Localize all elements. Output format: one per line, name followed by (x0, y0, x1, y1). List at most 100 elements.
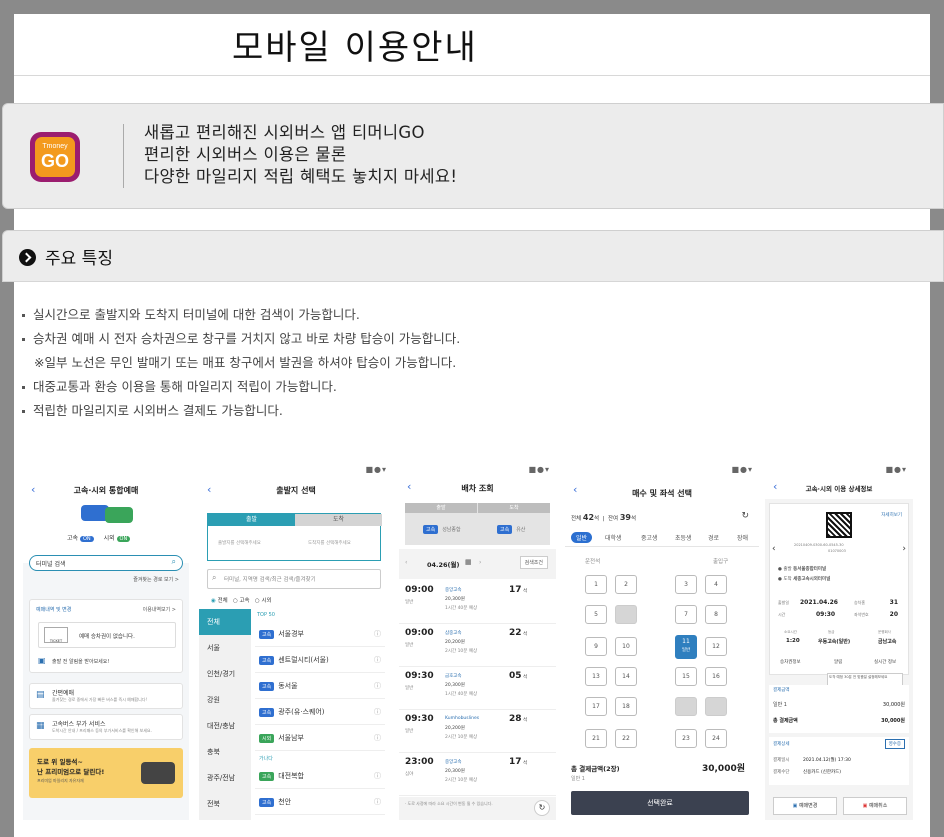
seat[interactable]: 1 (585, 575, 607, 594)
seat[interactable]: 17 (585, 697, 607, 716)
route-item[interactable]: 고속 동서울 ⓘ (255, 673, 385, 699)
info-icon[interactable]: ⓘ (374, 655, 381, 665)
region-item[interactable]: 인천/경기 (199, 661, 251, 687)
tab-senior[interactable]: 경로 (708, 533, 719, 542)
seat[interactable]: 15 (675, 667, 697, 686)
region-item[interactable]: 강원 (199, 687, 251, 713)
receipt-button[interactable]: 영수증 (884, 739, 905, 749)
qr-code (826, 512, 852, 538)
tab-depart[interactable]: 출발 (208, 514, 295, 526)
seat-taken (675, 697, 697, 716)
seat[interactable]: 10 (615, 637, 637, 656)
info-icon[interactable]: ⓘ (374, 707, 381, 717)
intro-text: 새롭고 편리해진 시외버스 앱 티머니GO 편리한 시외버스 이용은 물론 다양… (144, 122, 457, 188)
seat[interactable]: 16 (705, 667, 727, 686)
trash-icon: ▣ (862, 803, 868, 809)
region-item[interactable]: 전북 (199, 791, 251, 817)
seat[interactable]: 4 (705, 575, 727, 594)
terminal-search-input[interactable]: 터미널 검색 ⌕ (29, 555, 183, 571)
seat[interactable]: 12 (705, 637, 727, 656)
seat-selected[interactable]: 11 일반 (675, 635, 697, 659)
route-item[interactable]: 고속 광주(유·스퀘어) ⓘ (255, 699, 385, 725)
seat[interactable]: 21 (585, 729, 607, 748)
route-item[interactable]: 고속 대전복합 ⓘ (255, 763, 385, 789)
refresh-icon[interactable]: ↻ (741, 511, 749, 521)
ticket-info-button[interactable]: 승차권정보 (780, 659, 801, 665)
feature-item: 적립한 마일리지로 시외버스 결제도 가능합니다. (20, 399, 460, 423)
seat[interactable]: 22 (615, 729, 637, 748)
detail-link[interactable]: 자세히보기 (881, 512, 902, 518)
schedule-row[interactable]: 09:00 일반 삼중고속 20,200원 2시간 10분 예상 22 석 (399, 624, 556, 667)
quick-reserve-menu[interactable]: ▤ 간편예매 즐겨찾는 경로 중에서 가장 빠른 버스를 즉시 예매합니다! (29, 683, 183, 709)
prev-date-icon[interactable]: ‹ (405, 559, 407, 566)
notify-button[interactable]: 알림 (834, 659, 842, 665)
seat[interactable]: 2 (615, 575, 637, 594)
seat[interactable]: 14 (615, 667, 637, 686)
route-item[interactable]: 고속 천안 ⓘ (255, 789, 385, 815)
bell-icon: ▣ (38, 656, 46, 665)
seat[interactable]: 23 (675, 729, 697, 748)
refresh-icon[interactable]: ↻ (534, 800, 550, 816)
tab-general[interactable]: 일반 (571, 532, 593, 543)
toggle-intercity[interactable]: ON (116, 536, 131, 542)
confirm-button[interactable]: 선택완료 (571, 791, 749, 815)
next-icon[interactable]: › (902, 544, 906, 554)
seat[interactable]: 18 (615, 697, 637, 716)
feature-list: 실시간으로 출발지와 도착지 터미널에 대한 검색이 가능합니다. 승차권 예매… (20, 303, 460, 423)
tab-university[interactable]: 대학생 (605, 533, 622, 542)
info-icon[interactable]: ⓘ (374, 797, 381, 807)
total-price: 30,000원 (701, 764, 745, 774)
radio-express-icon[interactable]: ○ (233, 598, 238, 604)
cancel-reservation-button[interactable]: ▣ 예매취소 (843, 797, 907, 815)
region-item[interactable]: 서울 (199, 635, 251, 661)
history-link[interactable]: 이용내역보기 > (143, 606, 176, 613)
schedule-row[interactable]: 23:00 심야 중앙고속 20,300원 2시간 10분 예상 17 석 (399, 753, 556, 796)
date-display[interactable]: 04.26(월) (427, 559, 459, 569)
seat[interactable]: 8 (705, 605, 727, 624)
change-reservation-button[interactable]: ▣ 예매변경 (773, 797, 837, 815)
radio-intercity-icon[interactable]: ○ (255, 598, 260, 604)
seat[interactable]: 9 (585, 637, 607, 656)
region-item[interactable]: 충북 (199, 739, 251, 765)
seat[interactable]: 5 (585, 605, 607, 624)
seat-taken (705, 697, 727, 716)
schedule-row[interactable]: 09:00 일반 중앙고속 20,300원 1시간 40분 예상 17 석 (399, 581, 556, 624)
tab-elementary[interactable]: 초등생 (675, 533, 692, 542)
info-icon[interactable]: ⓘ (374, 733, 381, 743)
search-icon[interactable]: ⌕ (172, 557, 176, 567)
route-item[interactable]: 시외 서울남부 ⓘ (255, 725, 385, 751)
intro-box: Tmoney GO 새롭고 편리해진 시외버스 앱 티머니GO 편리한 시외버스… (2, 103, 944, 209)
info-icon[interactable]: ⓘ (374, 771, 381, 781)
premium-banner[interactable]: 도로 위 일등석~ 난 프리미엄으로 달린다! 프리미엄 마일리지 자유자재 (29, 748, 183, 798)
region-item[interactable]: 전체 (199, 609, 251, 635)
region-item[interactable]: 대전/충남 (199, 713, 251, 739)
screen-title: 매수 및 좌석 선택 (632, 489, 692, 498)
tab-highschool[interactable]: 중고생 (641, 533, 658, 542)
realtime-button[interactable]: 실시간 정보 (874, 659, 896, 665)
seat[interactable]: 13 (585, 667, 607, 686)
region-item[interactable]: 광주/전남 (199, 765, 251, 791)
express-extra-menu[interactable]: ▦ 고속버스 부가 서비스 도착시간 안내 / 프리패스 등의 부가서비스를 확… (29, 714, 183, 740)
seat-taken (615, 605, 637, 624)
more-icon: ■●▾ (731, 465, 753, 474)
next-date-icon[interactable]: › (479, 559, 481, 566)
seat[interactable]: 3 (675, 575, 697, 594)
schedule-row[interactable]: 09:30 일반 금호고속 20,300원 1시간 40분 예상 05 석 (399, 667, 556, 710)
info-icon[interactable]: ⓘ (374, 681, 381, 691)
calendar-icon[interactable]: ▦ (465, 558, 472, 566)
route-item[interactable]: 고속 센트럴시티(서울) ⓘ (255, 647, 385, 673)
schedule-row[interactable]: 09:30 일반 Kumhobuslines 20,200원 2시간 10분 예… (399, 710, 556, 753)
prev-icon[interactable]: ‹ (772, 544, 776, 554)
radio-all-icon[interactable]: ◉ (211, 598, 216, 604)
info-icon[interactable]: ⓘ (374, 629, 381, 639)
terminal-search-input[interactable]: ⌕ 터미널, 지역명 검색/최근 검색/즐겨찾기 (207, 569, 381, 589)
tab-disabled[interactable]: 장애 (737, 533, 748, 542)
seat[interactable]: 7 (675, 605, 697, 624)
filter-select[interactable]: 검색조건 (519, 556, 548, 569)
toggle-express[interactable]: ON (79, 536, 94, 542)
favorites-link[interactable]: 즐겨찾는 경로 보기 > (133, 576, 179, 583)
route-item[interactable]: 고속 서울경부 ⓘ (255, 621, 385, 647)
screen-schedule: ■●▾ ‹ 배차 조회 출발 도착 고속 성남종합 고속 유산 ‹ 04.26(월)… (399, 463, 556, 820)
seat[interactable]: 24 (705, 729, 727, 748)
tab-arrive[interactable]: 도착 (295, 514, 382, 526)
